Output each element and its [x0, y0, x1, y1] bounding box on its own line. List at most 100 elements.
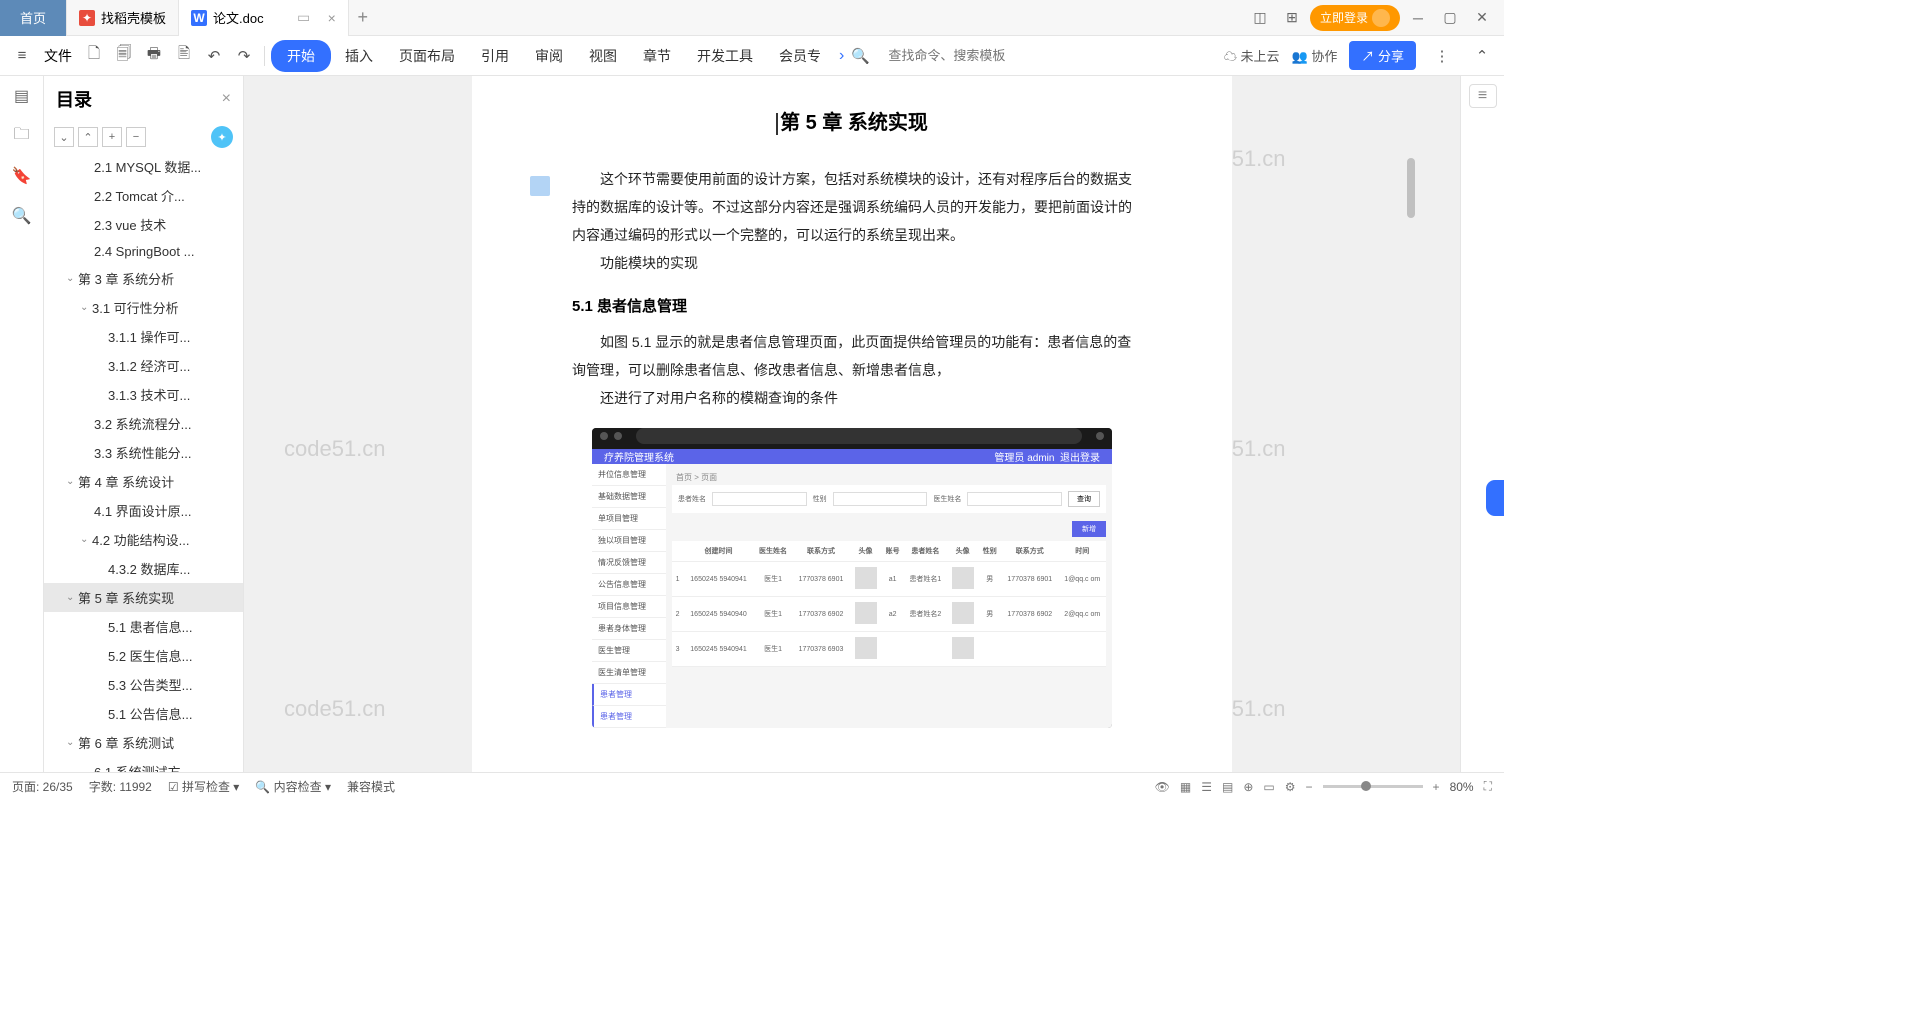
view-page-icon[interactable]: ▦ — [1180, 780, 1191, 794]
page-indicator[interactable]: 页面: 26/35 — [12, 778, 73, 795]
outline-item[interactable]: 4.3.2 数据库... — [44, 554, 243, 583]
outline-item[interactable]: 3.1.3 技术可... — [44, 380, 243, 409]
fullscreen-icon[interactable]: ⛶ — [1484, 779, 1492, 794]
minimize-icon[interactable]: ─ — [1404, 4, 1432, 32]
outline-item[interactable]: 3.1.2 经济可... — [44, 351, 243, 380]
document-page: 第 5 章 系统实现 这个环节需要使用前面的设计方案，包括对系统模块的设计，还有… — [472, 76, 1232, 772]
ribbon-tab-view[interactable]: 视图 — [577, 40, 629, 72]
outline-item[interactable]: 5.1 公告信息... — [44, 699, 243, 728]
tab-template[interactable]: ✦ 找稻壳模板 — [67, 0, 179, 36]
spellcheck-toggle[interactable]: ☑ 拼写检查 ▾ — [168, 778, 239, 795]
file-menu[interactable]: 文件 — [38, 46, 78, 66]
remove-level-icon[interactable]: − — [126, 127, 146, 147]
outline-title: 目录 — [56, 86, 92, 112]
print-preview-icon[interactable]: 🖹 — [170, 42, 198, 70]
collab-button[interactable]: 👥 协作 — [1292, 46, 1338, 65]
zoom-in-icon[interactable]: + — [1433, 780, 1440, 794]
eye-icon[interactable]: 👁 — [1155, 780, 1170, 794]
save-as-icon[interactable]: 🗐 — [110, 42, 138, 70]
zoom-value[interactable]: 80% — [1450, 780, 1474, 794]
cloud-status[interactable]: ☁ 未上云 — [1224, 46, 1280, 65]
close-window-icon[interactable]: ✕ — [1468, 4, 1496, 32]
outline-item[interactable]: 2.4 SpringBoot ... — [44, 239, 243, 264]
ribbon-tab-start[interactable]: 开始 — [271, 40, 331, 72]
more-icon[interactable]: ⋮ — [1428, 42, 1456, 70]
content-check[interactable]: 🔍 内容检查 ▾ — [255, 778, 331, 795]
save-icon[interactable]: 🗋 — [80, 42, 108, 70]
layout-icon[interactable]: ◫ — [1246, 4, 1274, 32]
ribbon: ≡ 文件 🗋 🗐 🖶 🖹 ↶ ↷ 开始 插入 页面布局 引用 审阅 视图 章节 … — [0, 36, 1504, 76]
redo-icon[interactable]: ↷ — [230, 42, 258, 70]
zoom-slider[interactable] — [1323, 785, 1423, 788]
outline-toolbar: ⌄ ⌃ + − ✦ — [44, 122, 243, 152]
document-area[interactable]: code51.cn code51.cn code51.cn code51.cn … — [244, 76, 1460, 772]
outline-item[interactable]: 3.2 系统流程分... — [44, 409, 243, 438]
collapse-all-icon[interactable]: ⌄ — [54, 127, 74, 147]
outline-item[interactable]: ⌄第 5 章 系统实现 — [44, 583, 243, 612]
bookmark-icon[interactable]: 🔖 — [10, 164, 34, 188]
undo-icon[interactable]: ↶ — [200, 42, 228, 70]
view-outline-icon[interactable]: ☰ — [1201, 780, 1212, 794]
login-button[interactable]: 立即登录 — [1310, 5, 1400, 31]
outline-item[interactable]: ⌄第 3 章 系统分析 — [44, 264, 243, 293]
ss-breadcrumb: 首页 > 页面 — [672, 470, 1106, 485]
apps-icon[interactable]: ⊞ — [1278, 4, 1306, 32]
gear-icon[interactable]: ⚙ — [1285, 780, 1296, 794]
view-web-icon[interactable]: ▤ — [1222, 780, 1233, 794]
chevron-right-icon[interactable]: › — [839, 47, 844, 65]
right-sidebar: ≡ — [1460, 76, 1504, 772]
outline-item[interactable]: 6.1 系统测试方... — [44, 757, 243, 772]
ribbon-tab-review[interactable]: 审阅 — [523, 40, 575, 72]
outline-item[interactable]: 2.3 vue 技术 — [44, 210, 243, 239]
outline-icon[interactable]: ▤ — [10, 84, 34, 108]
close-outline-icon[interactable]: × — [222, 90, 231, 108]
word-count[interactable]: 字数: 11992 — [89, 778, 152, 795]
share-button[interactable]: ↗ 分享 — [1349, 41, 1416, 70]
ribbon-tab-insert[interactable]: 插入 — [333, 40, 385, 72]
ss-add-button: 新增 — [1072, 521, 1106, 537]
ribbon-tab-layout[interactable]: 页面布局 — [387, 40, 467, 72]
tab-window-icon[interactable]: ▭ — [290, 4, 318, 32]
view-print-icon[interactable]: ▭ — [1263, 780, 1274, 794]
outline-item[interactable]: 4.1 界面设计原... — [44, 496, 243, 525]
zoom-out-icon[interactable]: − — [1306, 780, 1313, 794]
outline-item[interactable]: 2.1 MYSQL 数据... — [44, 152, 243, 181]
ribbon-tab-references[interactable]: 引用 — [469, 40, 521, 72]
status-bar: 页面: 26/35 字数: 11992 ☑ 拼写检查 ▾ 🔍 内容检查 ▾ 兼容… — [0, 772, 1504, 800]
command-search-input[interactable] — [884, 44, 1064, 67]
print-icon[interactable]: 🖶 — [140, 42, 168, 70]
ribbon-tab-member[interactable]: 会员专 — [767, 40, 833, 72]
outline-list[interactable]: 2.1 MYSQL 数据...2.2 Tomcat 介...2.3 vue 技术… — [44, 152, 243, 772]
menu-icon[interactable]: ≡ — [8, 42, 36, 70]
outline-item[interactable]: 5.2 医生信息... — [44, 641, 243, 670]
ribbon-tab-chapter[interactable]: 章节 — [631, 40, 683, 72]
outline-item[interactable]: ⌄3.1 可行性分析 — [44, 293, 243, 322]
outline-item[interactable]: 2.2 Tomcat 介... — [44, 181, 243, 210]
new-tab-button[interactable]: + — [349, 4, 377, 32]
feedback-tab[interactable] — [1486, 480, 1504, 516]
outline-item[interactable]: 3.1.1 操作可... — [44, 322, 243, 351]
add-level-icon[interactable]: + — [102, 127, 122, 147]
outline-item[interactable]: ⌄第 6 章 系统测试 — [44, 728, 243, 757]
view-read-icon[interactable]: ⊕ — [1243, 780, 1253, 794]
outline-item[interactable]: 3.3 系统性能分... — [44, 438, 243, 467]
close-icon[interactable]: × — [328, 10, 336, 26]
find-icon[interactable]: 🔍 — [10, 204, 34, 228]
outline-item[interactable]: ⌄第 4 章 系统设计 — [44, 467, 243, 496]
outline-item[interactable]: 5.3 公告类型... — [44, 670, 243, 699]
ribbon-tab-developer[interactable]: 开发工具 — [685, 40, 765, 72]
compat-mode[interactable]: 兼容模式 — [347, 778, 395, 795]
tab-home[interactable]: 首页 — [0, 0, 67, 36]
ai-assistant-icon[interactable]: ✦ — [211, 126, 233, 148]
paragraph-tool-icon[interactable] — [530, 176, 550, 196]
collapse-ribbon-icon[interactable]: ⌃ — [1468, 42, 1496, 70]
expand-panel-icon[interactable]: ≡ — [1469, 84, 1497, 108]
maximize-icon[interactable]: ▢ — [1436, 4, 1464, 32]
vertical-scrollbar[interactable] — [1406, 152, 1416, 744]
sticky-icon[interactable]: 🗀 — [10, 124, 34, 148]
tab-document[interactable]: W 论文.doc ▭ × — [179, 0, 349, 36]
expand-all-icon[interactable]: ⌃ — [78, 127, 98, 147]
scroll-thumb[interactable] — [1407, 158, 1415, 218]
outline-item[interactable]: 5.1 患者信息... — [44, 612, 243, 641]
outline-item[interactable]: ⌄4.2 功能结构设... — [44, 525, 243, 554]
